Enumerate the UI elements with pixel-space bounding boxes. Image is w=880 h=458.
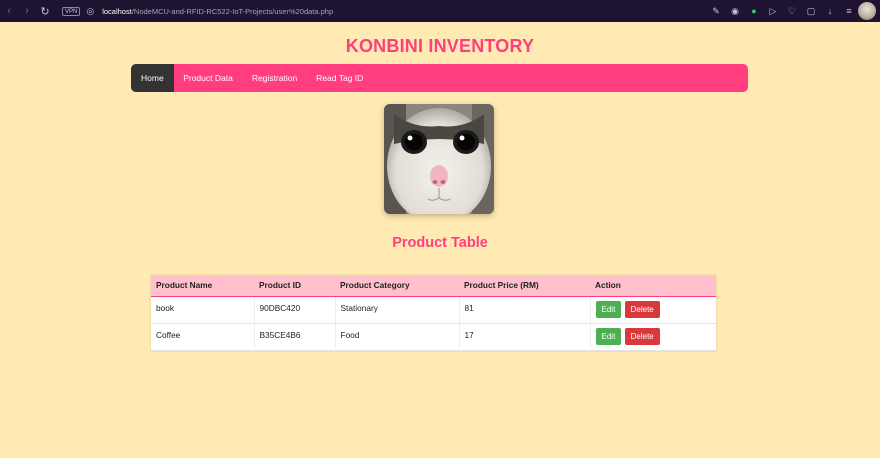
- nav-item-home[interactable]: Home: [131, 64, 174, 92]
- cell-product-category: Food: [335, 323, 460, 350]
- heart-icon[interactable]: ♡: [787, 6, 797, 17]
- vpn-badge[interactable]: VPN: [62, 6, 81, 16]
- table-title: Product Table: [392, 235, 488, 251]
- product-table: Product Name Product ID Product Category…: [151, 275, 716, 351]
- address-bar[interactable]: localhost/NodeMCU-and-RFID-RC522-IoT-Pro…: [102, 7, 333, 16]
- cell-product-price: 81: [459, 296, 591, 323]
- cell-product-id: B35CE4B6: [254, 323, 336, 350]
- column-header-product-id: Product ID: [254, 275, 335, 297]
- cat-photo: [384, 104, 494, 214]
- column-header-product-name: Product Name: [151, 275, 254, 297]
- column-header-product-price: Product Price (RM): [459, 275, 590, 297]
- shield-icon[interactable]: ●: [749, 6, 759, 16]
- download-icon[interactable]: ↓: [825, 6, 835, 16]
- edit-button[interactable]: Edit: [595, 300, 622, 318]
- send-icon[interactable]: ▷: [768, 6, 778, 17]
- edit-page-icon[interactable]: ✎: [711, 6, 721, 17]
- back-icon[interactable]: ‹: [0, 0, 18, 22]
- avatar[interactable]: [858, 2, 876, 20]
- edit-button[interactable]: Edit: [595, 327, 622, 345]
- forward-icon[interactable]: ›: [18, 0, 36, 22]
- cell-action: Edit Delete: [590, 296, 716, 323]
- reload-icon[interactable]: ↻: [36, 0, 54, 22]
- column-header-action: Action: [590, 275, 716, 297]
- table-row: Coffee B35CE4B6 Food 17 Edit Delete: [151, 323, 716, 350]
- main-navbar: Home Product Data Registration Read Tag …: [131, 64, 748, 92]
- nav-item-registration[interactable]: Registration: [242, 64, 306, 92]
- page-title: KONBINI INVENTORY: [345, 36, 535, 56]
- url-host: localhost: [102, 6, 132, 16]
- table-row: book 90DBC420 Stationary 81 Edit Delete: [151, 296, 716, 323]
- url-path: /NodeMCU-and-RFID-RC522-IoT-Projects/use…: [131, 6, 334, 16]
- cell-action: Edit Delete: [590, 323, 716, 350]
- cell-product-id: 90DBC420: [254, 296, 336, 323]
- nav-item-read-tag-id[interactable]: Read Tag ID: [307, 64, 373, 92]
- browser-toolbar: ‹ › ↻ VPN ◎ localhost/NodeMCU-and-RFID-R…: [0, 0, 880, 22]
- settings-icon[interactable]: ≡: [844, 6, 854, 16]
- cell-product-name: book: [151, 296, 255, 323]
- delete-button[interactable]: Delete: [624, 327, 660, 345]
- camera-icon[interactable]: ◉: [730, 6, 740, 17]
- cell-product-name: Coffee: [151, 323, 255, 350]
- nav-item-product-data[interactable]: Product Data: [174, 64, 243, 92]
- globe-icon: ◎: [86, 5, 95, 16]
- column-header-product-category: Product Category: [335, 275, 459, 297]
- cell-product-category: Stationary: [335, 296, 460, 323]
- cell-product-price: 17: [459, 323, 591, 350]
- browser-tools: ✎ ◉ ● ▷ ♡ ▢ ↓ ≡: [711, 0, 854, 22]
- table-header-row: Product Name Product ID Product Category…: [151, 275, 716, 297]
- cube-icon[interactable]: ▢: [806, 6, 816, 17]
- delete-button[interactable]: Delete: [624, 300, 660, 318]
